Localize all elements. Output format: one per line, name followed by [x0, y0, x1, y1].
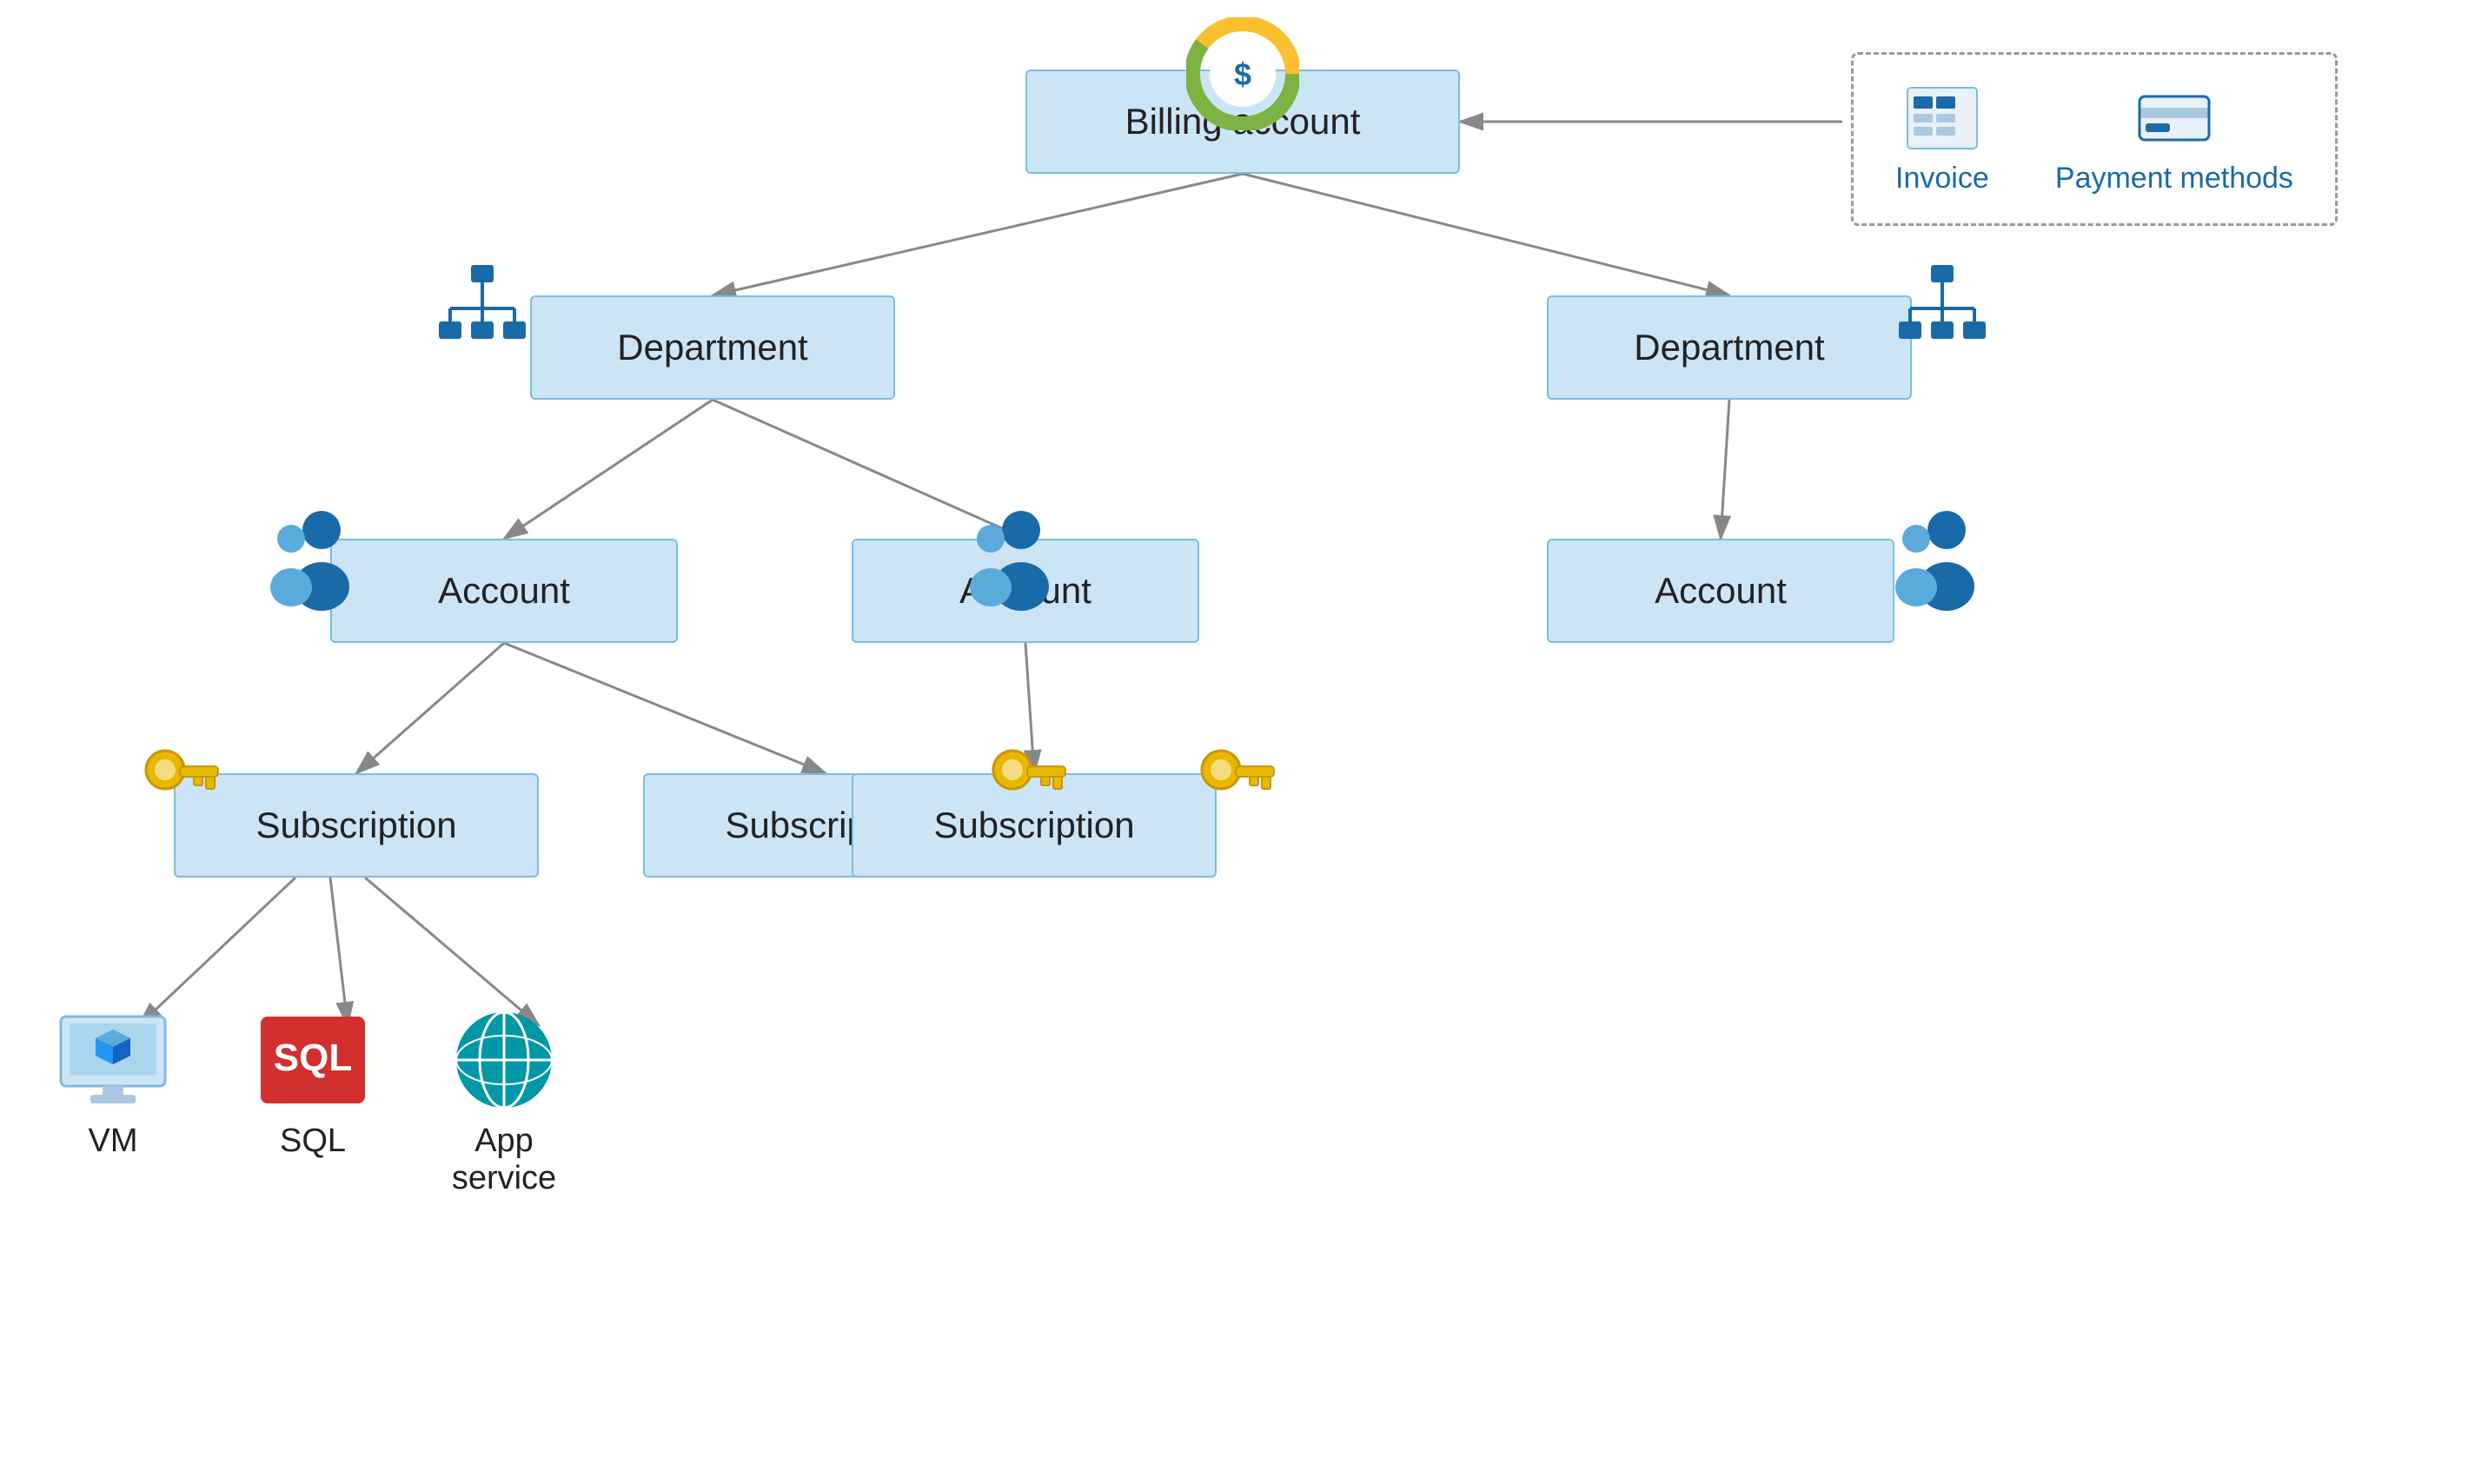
account1-box: Account [330, 539, 678, 643]
account3-person-icon [1877, 504, 1990, 621]
invoice-label: Invoice [1895, 162, 1989, 195]
vm-label: VM [89, 1123, 138, 1160]
account1-person-icon [252, 504, 365, 621]
app-service-label: Appservice [452, 1123, 556, 1197]
vm-service: VM [52, 1008, 174, 1160]
invoice-item: Invoice [1895, 83, 1989, 195]
svg-text:SQL: SQL [274, 1037, 352, 1079]
sub2-key-icon [982, 737, 1069, 836]
sub3-key-icon [1191, 737, 1277, 836]
payment-label: Payment methods [2055, 162, 2293, 195]
dept2-label: Department [1634, 327, 1824, 368]
payment-item: Payment methods [2055, 83, 2293, 195]
dept1-label: Department [617, 327, 807, 368]
account2-person-icon [952, 504, 1065, 621]
invoice-payment-box: Invoice Payment methods [1851, 52, 2338, 226]
sub1-key-icon [135, 737, 222, 836]
diagram: $ Billing account Invoice [0, 0, 2468, 1484]
account3-label: Account [1655, 570, 1787, 612]
account1-label: Account [438, 570, 570, 612]
sql-service: SQL SQL [252, 1008, 374, 1160]
dept2-icon [1894, 261, 1990, 356]
sub1-label: Subscription [255, 805, 456, 846]
sql-label: SQL [280, 1123, 346, 1160]
sub1-box: Subscription [174, 773, 539, 878]
app-service: Appservice [443, 1008, 565, 1197]
account3-box: Account [1547, 539, 1894, 643]
dept1-box: Department [530, 295, 895, 400]
billing-icon: $ [1186, 17, 1299, 135]
svg-text:$: $ [1234, 56, 1251, 92]
dept1-icon [435, 261, 530, 356]
dept2-box: Department [1547, 295, 1912, 400]
